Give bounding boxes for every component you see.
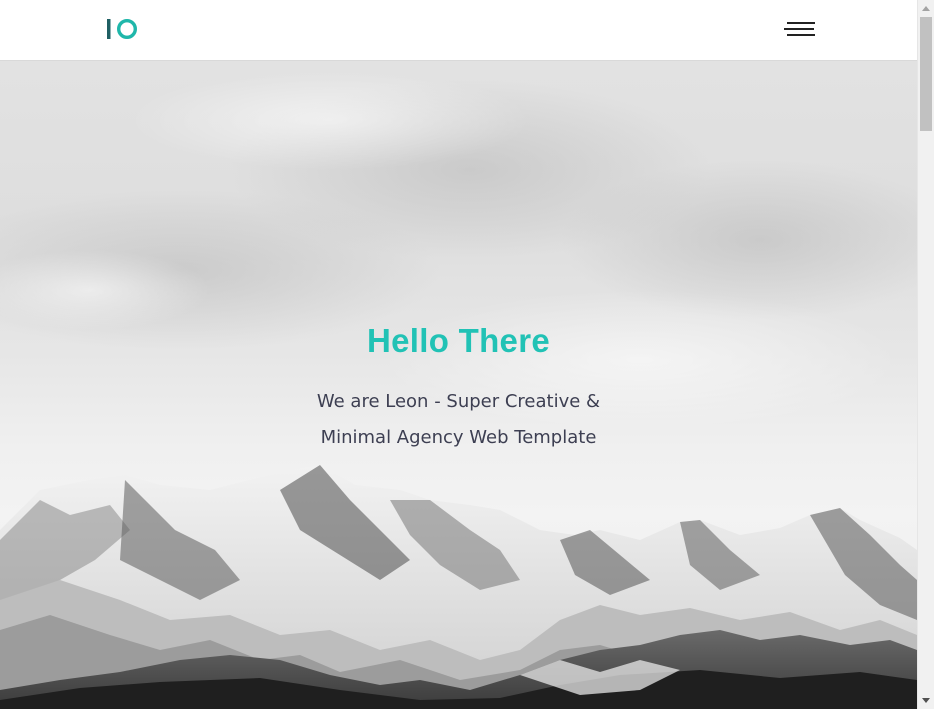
scroll-up-arrow-icon[interactable] [918,0,934,17]
page: Hello There We are Leon - Super Creative… [0,0,934,709]
logo[interactable] [105,16,141,42]
hamburger-bar [784,28,814,30]
hero-section: Hello There We are Leon - Super Creative… [0,60,917,709]
hero-subtitle: We are Leon - Super Creative & Minimal A… [316,391,601,448]
scrollbar-thumb[interactable] [920,17,932,131]
logo-icon [107,18,138,40]
page-scrollbar[interactable] [917,0,934,709]
hero-content: Hello There We are Leon - Super Creative… [0,318,917,456]
hamburger-menu-button[interactable] [780,17,818,41]
site-header [0,0,917,60]
hamburger-menu-icon [787,22,815,24]
scroll-down-arrow-icon[interactable] [918,692,934,709]
hamburger-bar [787,34,815,36]
hero-title: Hello There [366,322,550,359]
